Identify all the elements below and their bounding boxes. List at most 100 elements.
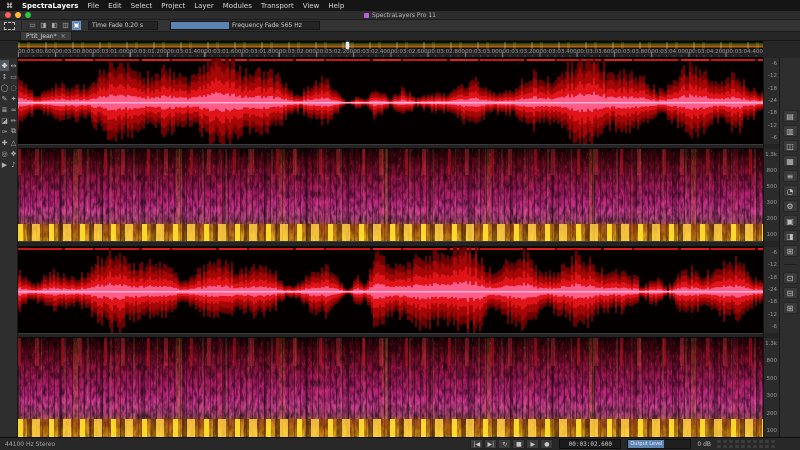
play-tool[interactable]: ▶ [0, 159, 9, 170]
timeline-label: 00:03:04.200 [689, 49, 726, 57]
toolbar-separator [21, 21, 22, 30]
amplitude-tick-label: -6 [772, 61, 777, 67]
timeline-label: 00:03:03.200 [502, 49, 539, 57]
timecode-display[interactable]: 00:03:02.600 [559, 439, 621, 449]
timeline-ruler[interactable]: 00:03:00.60000:03:00.80000:03:01.00000:0… [18, 49, 763, 58]
meter-segment [747, 440, 751, 443]
clone-stamp-tool[interactable]: ⧉ [9, 126, 18, 137]
frequency-fade-slider[interactable]: Frequency Fade 565 Hz [170, 21, 320, 30]
audio-monitor-tool[interactable]: ♪ [9, 159, 18, 170]
spectralayers-window: ⌘ SpectraLayers File Edit Select Project Laye… [0, 0, 800, 450]
close-tab-icon[interactable]: ✕ [61, 33, 66, 40]
harmonics-selection-tool[interactable]: ≣ [0, 104, 9, 115]
spectrogram-right-channel[interactable] [18, 338, 763, 437]
layers-panel-icon[interactable]: ▥ [783, 125, 798, 137]
meter-segment [735, 445, 739, 448]
subtract-selection-mode-icon[interactable]: ◧ [50, 21, 59, 30]
menu-item-help[interactable]: Help [328, 2, 344, 10]
waveform-left-channel[interactable] [18, 58, 763, 144]
menu-item-layer[interactable]: Layer [194, 2, 214, 10]
frequency-selection-tool[interactable]: ↕ [0, 71, 9, 82]
menu-item-project[interactable]: Project [161, 2, 185, 10]
spectrogram-left-channel[interactable] [18, 149, 763, 241]
loop-button[interactable]: ↻ [498, 439, 511, 449]
output-level-slider[interactable]: Output Level [627, 439, 691, 449]
time-selection-tool[interactable]: ↔ [9, 60, 18, 71]
pencil-tool[interactable]: ✏ [9, 115, 18, 126]
frequency-tick-label: 1.3k [765, 152, 777, 158]
brush-tool[interactable]: ✑ [0, 126, 9, 137]
timeline-label: 00:03:02.200 [316, 49, 353, 57]
timeline-label: 00:03:02.800 [428, 49, 465, 57]
hand-tool[interactable]: ❖ [9, 148, 18, 159]
new-selection-mode-icon[interactable]: ▭ [28, 21, 37, 30]
side-panel-toggles: ▤ ▥ ◫ ▦ ≡ ◔ ⚙ ▣ ◨ ⊞ ⊡ ⊟ ⊞ [779, 58, 800, 437]
time-fade-slider[interactable]: Time Fade 0.20 s [88, 21, 158, 30]
lasso-selection-tool[interactable]: ◌ [9, 82, 18, 93]
amplitude-ruler[interactable]: -6-12-18-24-18-12-6 [764, 58, 779, 144]
waveform-right-channel[interactable] [18, 247, 763, 333]
display-panel-icon[interactable]: ▤ [783, 110, 798, 122]
zoom-out-icon[interactable]: ⊟ [783, 287, 798, 299]
timeline-label: 00:03:00.800 [55, 49, 92, 57]
frequency-tick-label: 100 [767, 232, 778, 238]
frequency-tick-label: 500 [767, 376, 778, 382]
magic-wand-tool[interactable]: ✦ [9, 93, 18, 104]
zoom-tool[interactable]: ◎ [0, 148, 9, 159]
intersect-selection-mode-icon[interactable]: ◫ [61, 21, 70, 30]
document-tabbar: P'tit_Jean* ✕ [0, 32, 800, 41]
elliptical-selection-tool[interactable]: ◯ [0, 82, 9, 93]
record-button[interactable]: ● [540, 439, 553, 449]
go-to-start-button[interactable]: |◀ [470, 439, 483, 449]
history-panel-icon[interactable]: ≡ [783, 170, 798, 182]
plugins-panel-icon[interactable]: ⊞ [783, 245, 798, 257]
zoom-fit-icon[interactable]: ⊡ [783, 272, 798, 284]
similar-selection-tool[interactable]: ≈ [9, 104, 18, 115]
brush-selection-tool[interactable]: ✎ [0, 93, 9, 104]
eraser-tool[interactable]: ◪ [0, 115, 9, 126]
vertical-rulers[interactable]: -6-12-18-24-18-12-6 1.3k800500300200100 … [763, 58, 779, 437]
spectrogram-low-band [18, 419, 763, 437]
rectangular-selection-tool[interactable]: ▭ [9, 71, 18, 82]
frequency-tick-label: 300 [767, 393, 778, 399]
zoom-in-icon[interactable]: ⊞ [783, 302, 798, 314]
menu-item-file[interactable]: File [87, 2, 99, 10]
heal-tool[interactable]: ✚ [0, 137, 9, 148]
frequency-tick-label: 300 [767, 200, 778, 206]
spectrum-panel-icon[interactable]: ▣ [783, 215, 798, 227]
markers-panel-icon[interactable]: ▦ [783, 155, 798, 167]
menu-item-edit[interactable]: Edit [108, 2, 122, 10]
amplify-tool[interactable]: △ [9, 137, 18, 148]
frequency-ruler[interactable]: 1.3k800500300200100 [764, 149, 779, 241]
amplitude-tick-label: -18 [768, 299, 777, 305]
clock-panel-icon[interactable]: ◔ [783, 185, 798, 197]
menu-item-spectralayers[interactable]: SpectraLayers [22, 2, 78, 10]
transform-tool[interactable]: ✥ [0, 60, 9, 71]
add-selection-mode-icon[interactable]: ◨ [39, 21, 48, 30]
active-selection-toggle-icon[interactable]: ▣ [72, 21, 81, 30]
settings-panel-icon[interactable]: ⚙ [783, 200, 798, 212]
amplitude-tick-label: -6 [772, 250, 777, 256]
meter-segment [759, 445, 763, 448]
go-to-end-button[interactable]: ▶| [484, 439, 497, 449]
menu-item-modules[interactable]: Modules [223, 2, 252, 10]
stop-button[interactable]: ■ [512, 439, 525, 449]
selection-tool-icon[interactable] [4, 22, 15, 30]
play-button[interactable]: ▶ [526, 439, 539, 449]
document-tab[interactable]: P'tit_Jean* ✕ [20, 31, 72, 40]
overview-playhead-marker[interactable] [346, 42, 349, 49]
mixer-panel-icon[interactable]: ◨ [783, 230, 798, 242]
tool-palette: ✥↔↕▭◯◌✎✦≣≈◪✏✑⧉✚△◎❖▶♪ [0, 58, 18, 437]
timeline-label: 00:03:00.600 [18, 49, 55, 57]
menu-item-view[interactable]: View [303, 2, 320, 10]
channels-panel-icon[interactable]: ◫ [783, 140, 798, 152]
menu-item-transport[interactable]: Transport [261, 2, 294, 10]
apple-menu-icon[interactable]: ⌘ [6, 2, 13, 10]
window-title-text: SpectraLayers Pro 11 [372, 12, 436, 19]
frequency-tick-label: 800 [767, 358, 778, 364]
menu-item-select[interactable]: Select [131, 2, 153, 10]
frequency-ruler[interactable]: 1.3k800500300200100 [764, 338, 779, 437]
frequency-tick-label: 500 [767, 184, 778, 190]
amplitude-ruler[interactable]: -6-12-18-24-18-12-6 [764, 247, 779, 333]
audio-overview-strip[interactable] [18, 41, 763, 49]
